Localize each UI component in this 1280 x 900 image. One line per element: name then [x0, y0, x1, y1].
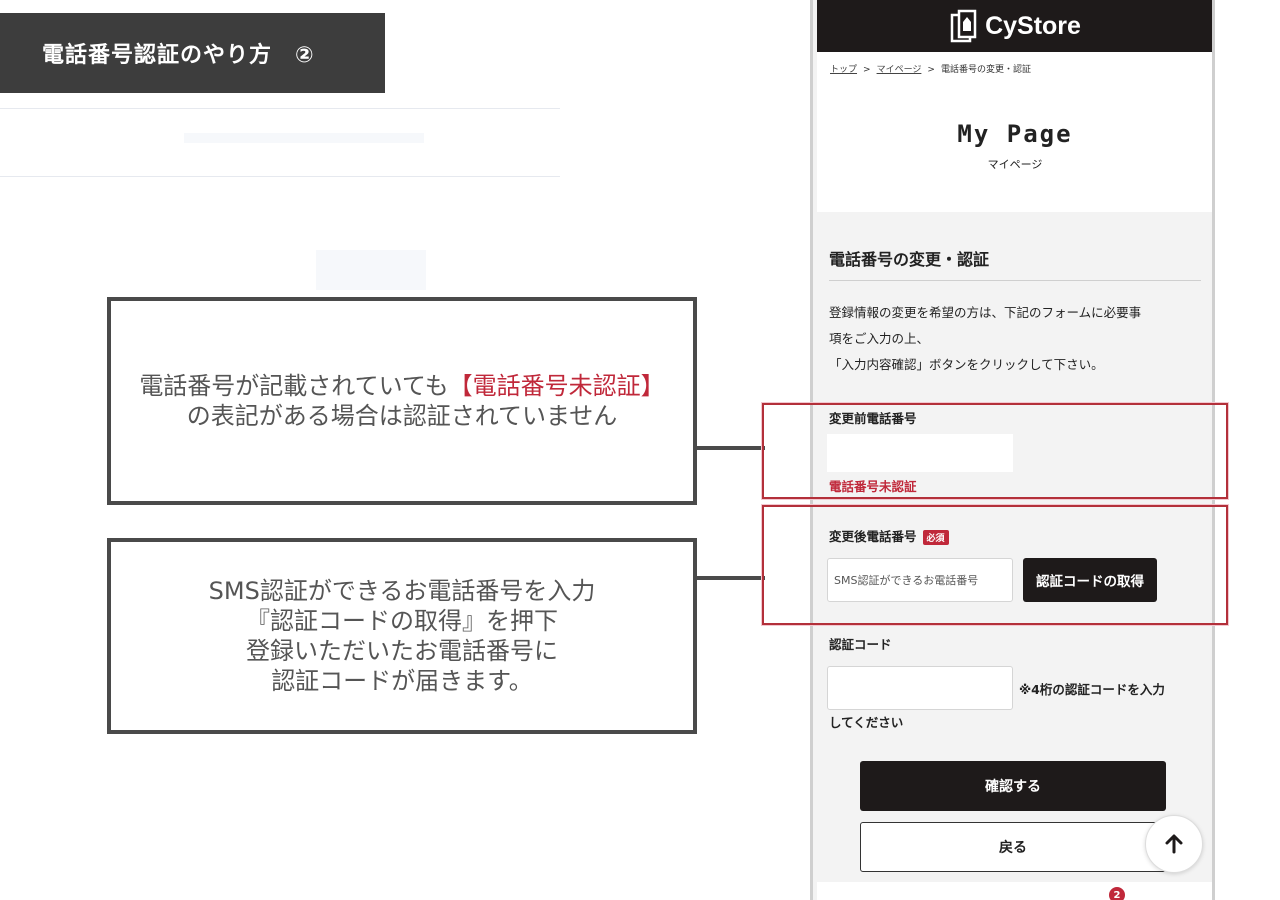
code-input[interactable]: [827, 666, 1013, 710]
cystore-logo-icon: [950, 9, 977, 43]
callout-sms-line2: 『認証コードの取得』を押下: [246, 607, 558, 635]
callout-highlight: 【電話番号未認証】: [448, 372, 665, 400]
site-logo-text[interactable]: CyStore: [985, 12, 1081, 41]
ghost-breadcrumb: [184, 133, 424, 143]
section-title: 電話番号の変更・認証: [829, 246, 1201, 281]
code-note: ※4桁の認証コードを入力: [1019, 682, 1165, 697]
ghost-divider: [0, 108, 560, 109]
description-line: 登録情報の変更を希望の方は、下記のフォームに必要事: [829, 305, 1142, 320]
breadcrumb-current: 電話番号の変更・認証: [940, 65, 1031, 75]
breadcrumb-mypage[interactable]: マイページ: [877, 65, 922, 75]
code-label: 認証コード: [829, 637, 892, 652]
page-title: My Page: [957, 120, 1073, 148]
cart-badge: 2: [1109, 887, 1125, 900]
callout-connector: [695, 446, 765, 450]
code-note-continued: してください: [829, 715, 904, 730]
callout-unverified-line1: 電話番号が記載されていても【電話番号未認証】: [139, 371, 664, 401]
mypage-hero: トップ > マイページ > 電話番号の変更・認証 My Page マイページ: [817, 52, 1212, 212]
scroll-to-top-button[interactable]: [1145, 815, 1203, 873]
page-subtitle: マイページ: [987, 158, 1043, 171]
breadcrumb-separator: >: [927, 65, 935, 75]
highlight-before-phone: [762, 403, 1228, 499]
ghost-table: [316, 250, 426, 290]
breadcrumb: トップ > マイページ > 電話番号の変更・認証: [830, 62, 1031, 75]
confirm-button[interactable]: 確認する: [860, 761, 1166, 811]
back-button[interactable]: 戻る: [860, 822, 1166, 872]
callout-unverified-line2: の表記がある場合は認証されていません: [186, 402, 618, 430]
breadcrumb-top[interactable]: トップ: [830, 65, 857, 75]
bottom-nav-bar: [817, 882, 1212, 900]
banner-title: 電話番号認証のやり方 ②: [42, 43, 315, 68]
form-description: 登録情報の変更を希望の方は、下記のフォームに必要事 項をご入力の上、 「入力内容…: [829, 300, 1201, 378]
arrow-up-icon: [1165, 834, 1183, 854]
site-header: CyStore: [817, 0, 1212, 52]
description-line: 項をご入力の上、: [829, 331, 930, 346]
callout-sms: SMS認証ができるお電話番号を入力 『認証コードの取得』を押下 登録いただいたお…: [107, 538, 697, 734]
callout-sms-line4: 認証コードが届きます。: [271, 667, 533, 695]
description-line: 「入力内容確認」ボタンをクリックして下さい。: [829, 357, 1104, 372]
breadcrumb-separator: >: [863, 65, 871, 75]
callout-connector: [695, 576, 765, 580]
ghost-divider: [0, 176, 560, 177]
callout-unverified: 電話番号が記載されていても【電話番号未認証】 の表記がある場合は認証されていませ…: [107, 297, 697, 505]
callout-sms-line1: SMS認証ができるお電話番号を入力: [208, 577, 596, 605]
highlight-new-phone: [762, 505, 1228, 625]
guide-banner: 電話番号認証のやり方 ②: [0, 13, 385, 93]
callout-sms-line3: 登録いただいたお電話番号に: [246, 637, 558, 665]
callout-text: 電話番号が記載されていても: [139, 372, 449, 400]
